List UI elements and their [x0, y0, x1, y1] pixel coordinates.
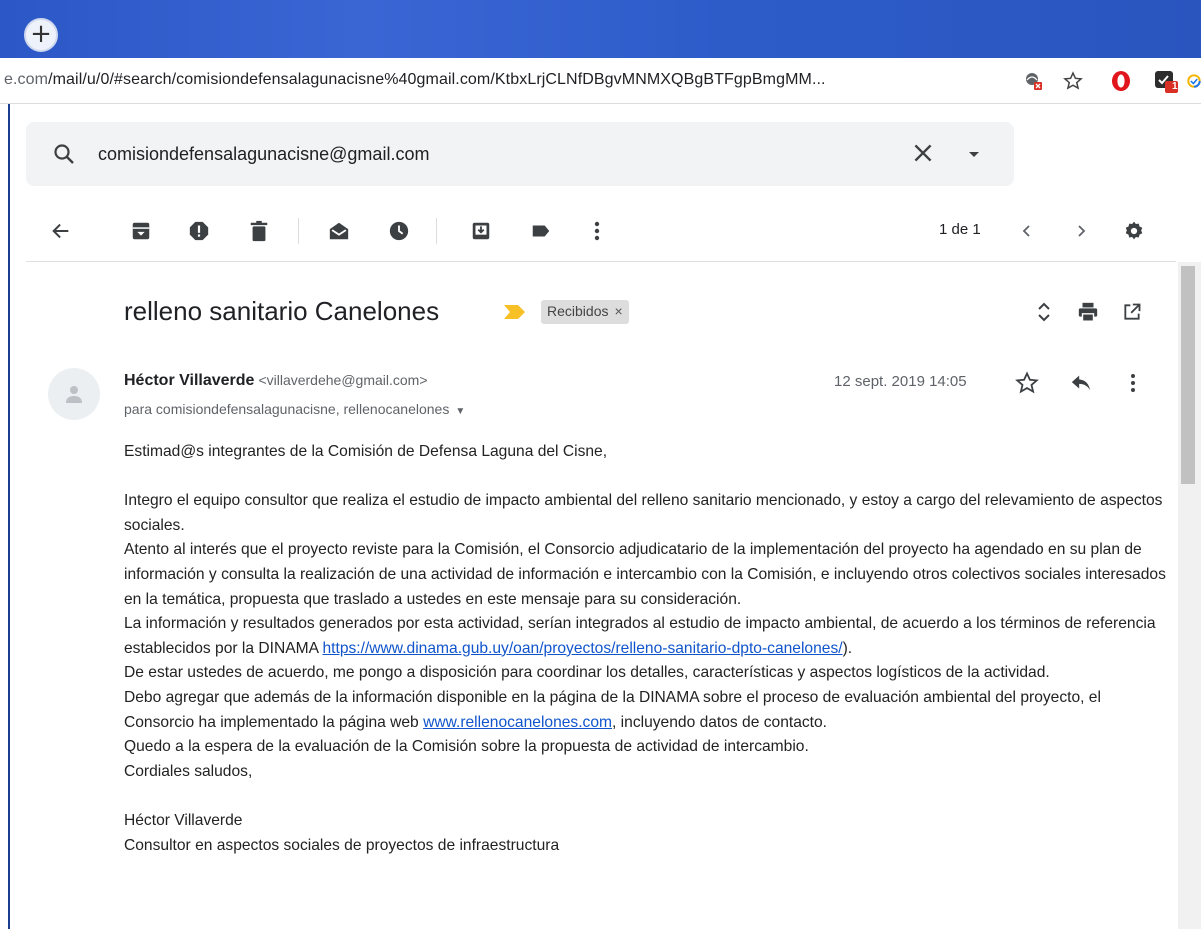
label-tag-icon[interactable] — [528, 218, 554, 244]
extension-badge-icon[interactable]: 1 — [1153, 67, 1181, 95]
blocked-cookies-icon[interactable] — [1019, 67, 1047, 95]
body-closing: Cordiales saludos, — [124, 762, 253, 780]
label-chip-text: Recibidos — [547, 303, 609, 319]
bookmark-star-icon[interactable] — [1059, 67, 1087, 95]
search-input[interactable]: comisiondefensalagunacisne@gmail.com — [98, 144, 429, 165]
url-domain: e.com — [4, 71, 49, 88]
message-date: 12 sept. 2019 14:05 — [834, 373, 967, 390]
extension-check-icon[interactable] — [1187, 67, 1201, 95]
body-paragraph: Integro el equipo consultor que realiza … — [124, 492, 1163, 534]
search-icon[interactable] — [52, 142, 76, 171]
remove-label-button[interactable]: × — [614, 303, 622, 319]
message-body: Estimad@s integrantes de la Comisión de … — [124, 440, 1169, 858]
window-left-border — [8, 104, 10, 929]
open-new-window-icon[interactable] — [1120, 300, 1144, 324]
recipients-dropdown-icon[interactable]: ▼ — [455, 406, 465, 417]
label-chip-inbox: Recibidos × — [541, 300, 629, 324]
url-text[interactable]: e.com/mail/u/0/#search/comisiondefensala… — [4, 71, 826, 89]
signature-title: Consultor en aspectos sociales de proyec… — [124, 836, 560, 854]
importance-marker-icon[interactable] — [503, 304, 527, 325]
move-to-icon[interactable] — [468, 218, 494, 244]
body-text: , incluyendo datos de contacto. — [612, 713, 828, 731]
settings-gear-icon[interactable] — [1121, 218, 1147, 244]
recipients-line[interactable]: para comisiondefensalagunacisne, relleno… — [124, 401, 465, 417]
delete-icon[interactable] — [246, 218, 272, 244]
toolbar-separator — [298, 218, 299, 244]
address-bar-icons: 1 — [1007, 66, 1201, 96]
message-more-options-icon[interactable] — [1120, 370, 1146, 396]
extension-badge-count: 1 — [1172, 81, 1178, 92]
snooze-clock-icon[interactable] — [386, 218, 412, 244]
body-paragraph: La información y resultados generados po… — [124, 612, 1169, 661]
signature-name: Héctor Villaverde — [124, 811, 243, 829]
scrollbar-thumb[interactable] — [1181, 266, 1195, 484]
reply-arrow-icon[interactable] — [1068, 370, 1094, 396]
dinama-link[interactable]: https://www.dinama.gub.uy/oan/proyectos/… — [322, 640, 842, 657]
archive-icon[interactable] — [128, 218, 154, 244]
body-paragraph: De estar ustedes de acuerdo, me pongo a … — [124, 664, 1050, 682]
body-paragraph: Quedo a la espera de la evaluación de la… — [124, 738, 809, 756]
search-bar[interactable]: comisiondefensalagunacisne@gmail.com — [26, 122, 1014, 186]
back-arrow-icon[interactable] — [48, 218, 74, 244]
email-subject: relleno sanitario Canelones — [124, 296, 440, 326]
clear-search-icon[interactable] — [910, 140, 936, 171]
body-greeting: Estimad@s integrantes de la Comisión de … — [124, 443, 608, 460]
recipients-text: para comisiondefensalagunacisne, relleno… — [124, 401, 450, 417]
newer-chevron-left-icon[interactable] — [1014, 218, 1040, 244]
pagination-count: 1 de 1 — [939, 221, 981, 238]
sender-avatar[interactable] — [48, 368, 100, 420]
body-text: ). — [842, 639, 853, 657]
new-tab-button[interactable]: + — [24, 18, 58, 52]
body-paragraph: Atento al interés que el proyecto revist… — [124, 541, 1166, 608]
print-icon[interactable] — [1076, 300, 1100, 324]
opera-extension-icon[interactable] — [1107, 67, 1135, 95]
sender-name[interactable]: Héctor Villaverde — [124, 372, 254, 389]
search-options-dropdown-icon[interactable] — [964, 144, 984, 169]
address-bar[interactable]: e.com/mail/u/0/#search/comisiondefensala… — [0, 58, 1201, 104]
body-paragraph: Debo agregar que además de la informació… — [124, 686, 1169, 735]
message-toolbar: 1 de 1 — [26, 200, 1176, 262]
report-spam-icon[interactable] — [186, 218, 212, 244]
more-options-icon[interactable] — [584, 218, 610, 244]
mark-unread-icon[interactable] — [326, 218, 352, 244]
url-path: /mail/u/0/#search/comisiondefensalagunac… — [48, 71, 826, 88]
star-icon[interactable] — [1014, 370, 1040, 396]
rellenocanelones-link[interactable]: www.rellenocanelones.com — [423, 714, 612, 731]
expand-all-icon[interactable] — [1032, 300, 1056, 324]
browser-title-bar: + — [0, 0, 1201, 58]
toolbar-separator — [436, 218, 437, 244]
sender-line: Héctor Villaverde <villaverdehe@gmail.com… — [124, 372, 428, 390]
older-chevron-right-icon[interactable] — [1068, 218, 1094, 244]
sender-email: <villaverdehe@gmail.com> — [258, 372, 428, 388]
